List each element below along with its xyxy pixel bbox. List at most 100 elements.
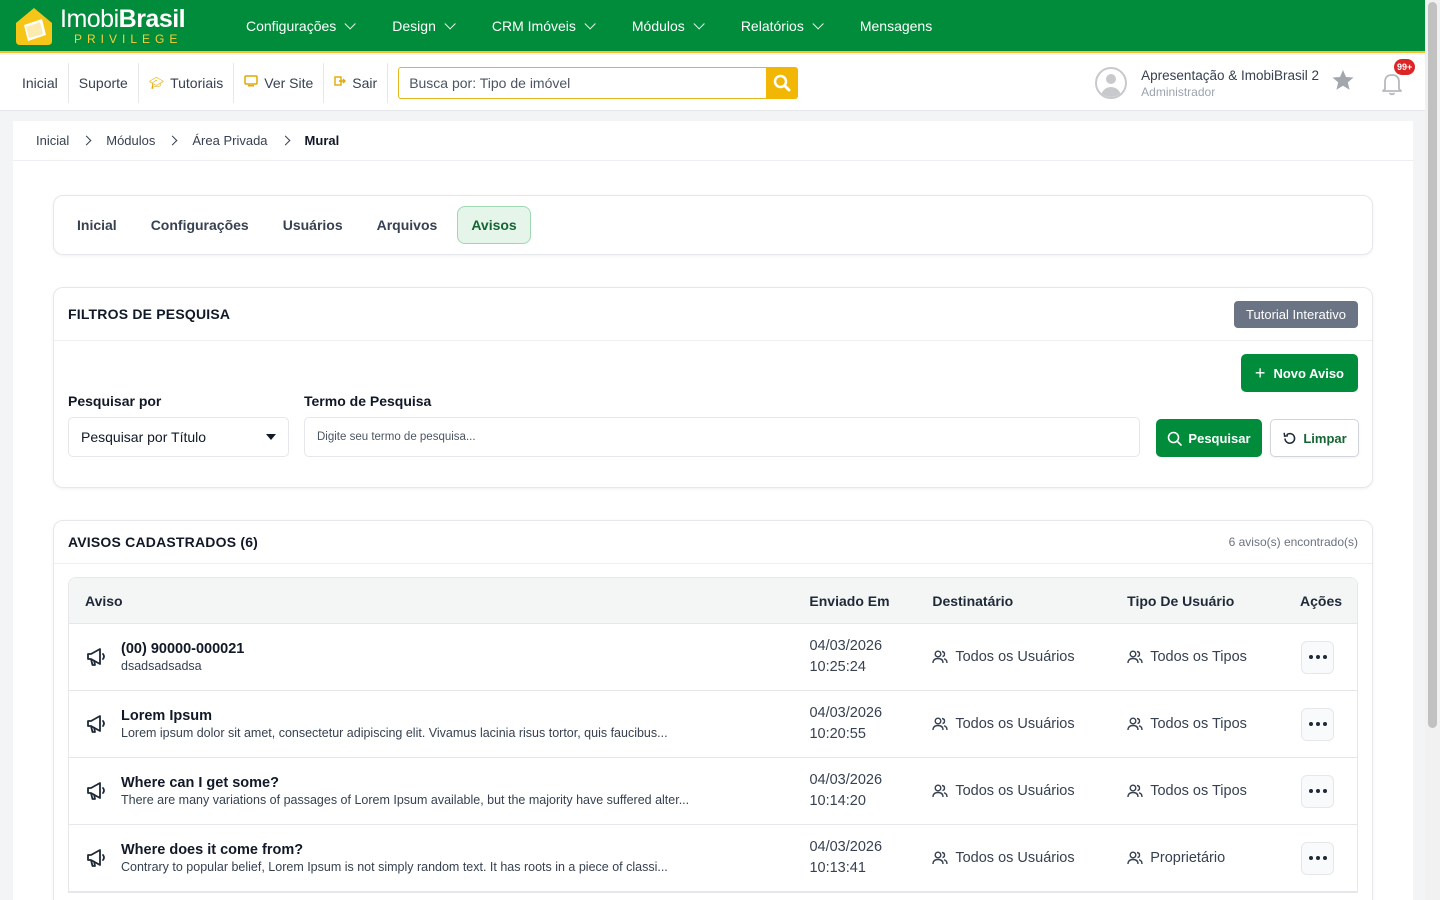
avatar[interactable] <box>1095 67 1128 99</box>
nav-label: Design <box>392 17 436 34</box>
user-type: Proprietário <box>1150 850 1226 866</box>
nav-crm-imoveis[interactable]: CRM Imóveis <box>472 0 612 52</box>
user-type: Todos os Tipos <box>1150 649 1247 665</box>
page-scrollbar[interactable] <box>1425 0 1440 900</box>
users-icon <box>932 650 949 664</box>
module-tabs: Inicial Configurações Usuários Arquivos … <box>53 195 1373 255</box>
users-icon <box>1127 650 1143 664</box>
nav-label: Módulos <box>631 17 685 34</box>
notices-table: Aviso Enviado Em Destinatário Tipo De Us… <box>68 577 1358 893</box>
link-label: Inicial <box>22 74 58 91</box>
search-term-label: Termo de Pesquisa <box>304 393 432 409</box>
chevron-down-icon <box>693 17 705 30</box>
favorites-star-icon[interactable] <box>1331 68 1357 99</box>
nav-mensagens[interactable]: Mensagens <box>840 0 952 52</box>
row-actions-button[interactable] <box>1301 841 1335 875</box>
notifications-bell-icon[interactable]: 99+ <box>1379 58 1417 96</box>
search-by-value: Pesquisar por Título <box>81 429 207 445</box>
link-inicial[interactable]: Inicial <box>12 62 69 103</box>
user-type: Todos os Tipos <box>1150 783 1247 799</box>
notice-title: Lorem Ipsum <box>121 708 213 724</box>
graduation-cap-icon: 🎓︎ <box>148 75 165 90</box>
users-icon <box>1127 851 1143 865</box>
global-search <box>398 66 799 99</box>
notice-title: Where can I get some? <box>121 775 279 791</box>
tab-configuracoes[interactable]: Configurações <box>137 206 263 244</box>
tab-usuarios[interactable]: Usuários <box>269 206 357 244</box>
notice-description: dsadsadsadsa <box>121 659 202 673</box>
sent-date: 04/03/2026 <box>809 772 883 788</box>
table-row[interactable]: Where does it come from? Contrary to pop… <box>69 825 1357 892</box>
search-by-select[interactable]: Pesquisar por Título <box>68 417 289 457</box>
logout-icon <box>334 75 347 90</box>
chevron-right-icon <box>81 135 92 146</box>
link-ver-site[interactable]: Ver Site <box>234 62 325 103</box>
link-label: Tutoriais <box>170 74 224 91</box>
chevron-down-icon <box>584 17 596 30</box>
link-label: Ver Site <box>264 74 314 91</box>
row-actions-button[interactable] <box>1301 707 1335 741</box>
sent-date: 04/03/2026 <box>809 705 883 721</box>
monitor-icon <box>244 75 258 90</box>
notices-count: 6 aviso(s) encontrado(s) <box>1228 535 1358 549</box>
sent-time: 10:13:41 <box>809 860 866 876</box>
notice-title: Where does it come from? <box>121 842 304 858</box>
tab-avisos[interactable]: Avisos <box>457 206 531 244</box>
search-button-label: Pesquisar <box>1188 430 1251 446</box>
clear-button[interactable]: Limpar <box>1270 419 1359 457</box>
link-sair[interactable]: Sair <box>324 62 389 103</box>
notices-title: AVISOS CADASTRADOS (6) <box>68 534 259 550</box>
megaphone-icon <box>87 782 105 800</box>
users-icon <box>932 851 949 865</box>
user-type: Todos os Tipos <box>1150 716 1247 732</box>
notices-list-card: AVISOS CADASTRADOS (6) 6 aviso(s) encont… <box>53 520 1373 900</box>
breadcrumb-area-privada[interactable]: Área Privada <box>192 133 267 148</box>
user-role: Administrador <box>1141 84 1216 99</box>
new-notice-button[interactable]: + Novo Aviso <box>1240 354 1358 392</box>
row-actions-button[interactable] <box>1301 774 1335 808</box>
interactive-tutorial-button[interactable]: Tutorial Interativo <box>1234 300 1358 328</box>
nav-relatorios[interactable]: Relatórios <box>721 0 840 52</box>
link-suporte[interactable]: Suporte <box>69 62 139 103</box>
global-search-input[interactable] <box>398 66 767 99</box>
breadcrumb-modulos[interactable]: Módulos <box>106 133 155 148</box>
recipient: Todos os Usuários <box>955 783 1075 799</box>
breadcrumb-inicial[interactable]: Inicial <box>36 133 69 148</box>
col-tipo-usuario: Tipo De Usuário <box>1127 592 1235 609</box>
col-aviso: Aviso <box>85 592 123 609</box>
nav-label: Mensagens <box>859 17 933 34</box>
notice-description: Lorem ipsum dolor sit amet, consectetur … <box>121 726 668 740</box>
link-label: Suporte <box>78 74 128 91</box>
scrollbar-thumb[interactable] <box>1428 2 1437 728</box>
recipient: Todos os Usuários <box>955 716 1075 732</box>
row-actions-button[interactable] <box>1301 640 1335 674</box>
users-icon <box>1127 784 1143 798</box>
tab-inicial[interactable]: Inicial <box>63 206 131 244</box>
tab-arquivos[interactable]: Arquivos <box>363 206 452 244</box>
brand-logo[interactable]: ImobiBrasil PRIVILEGE <box>12 2 212 50</box>
nav-configuracoes[interactable]: Configurações <box>226 0 372 52</box>
nav-label: Relatórios <box>740 17 804 34</box>
nav-label: CRM Imóveis <box>491 17 576 34</box>
sent-time: 10:25:24 <box>809 659 866 675</box>
nav-design[interactable]: Design <box>372 0 472 52</box>
search-icon <box>1168 431 1183 446</box>
chevron-right-icon <box>167 135 178 146</box>
table-row[interactable]: Where can I get some? There are many var… <box>69 758 1357 825</box>
nav-modulos[interactable]: Módulos <box>612 0 721 52</box>
global-search-button[interactable] <box>766 66 799 99</box>
table-row[interactable]: Lorem Ipsum Lorem ipsum dolor sit amet, … <box>69 691 1357 758</box>
house-logo-icon <box>12 5 56 47</box>
user-info[interactable]: Apresentação & ImobiBrasil 2 Administrad… <box>1141 68 1319 99</box>
search-term-input[interactable] <box>304 417 1140 457</box>
megaphone-icon <box>87 648 105 666</box>
link-tutoriais[interactable]: 🎓︎ Tutoriais <box>139 62 235 103</box>
table-row[interactable]: (00) 90000-000021 dsadsadsadsa 04/03/202… <box>69 624 1357 691</box>
plus-icon: + <box>1254 362 1266 383</box>
new-notice-label: Novo Aviso <box>1273 365 1344 381</box>
notice-title: (00) 90000-000021 <box>121 641 245 657</box>
brand-name-bold: Brasil <box>118 4 186 33</box>
user-name: Apresentação & ImobiBrasil 2 <box>1141 67 1319 83</box>
search-button[interactable]: Pesquisar <box>1156 419 1262 457</box>
reset-icon <box>1283 432 1296 444</box>
